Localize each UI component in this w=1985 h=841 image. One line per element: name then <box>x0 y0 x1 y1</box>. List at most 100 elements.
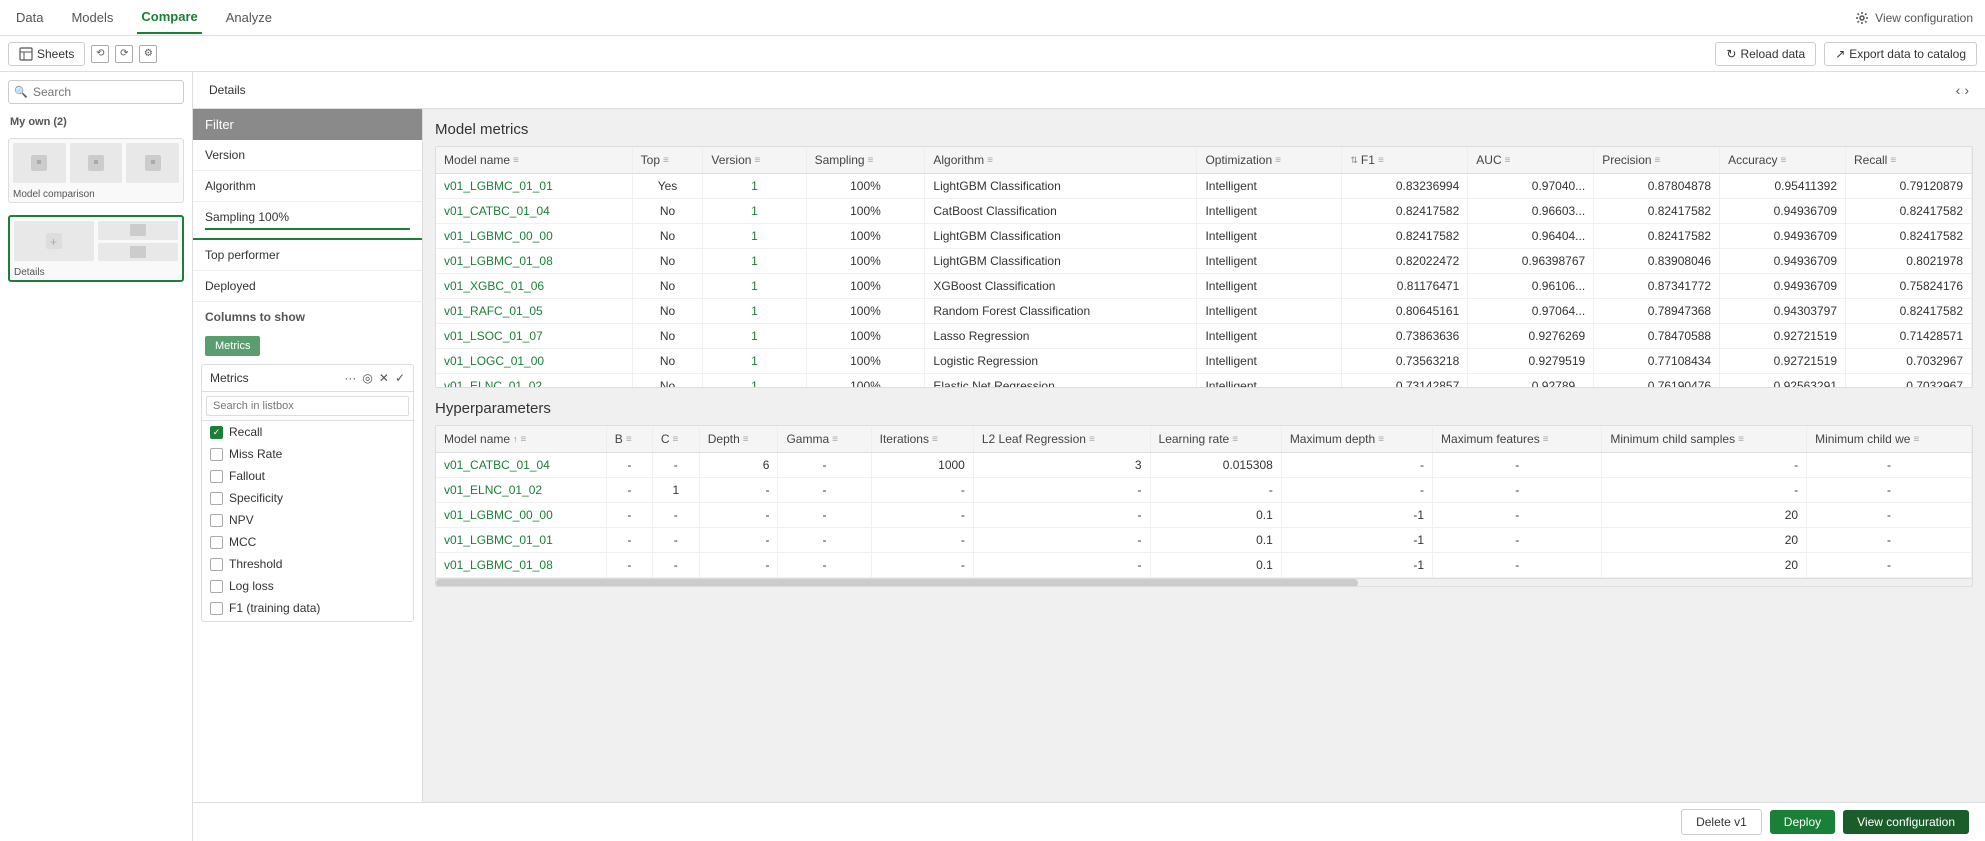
hyper-scrollbar[interactable] <box>436 578 1972 586</box>
metrics-dots-icon[interactable]: ··· <box>344 371 356 385</box>
version-cell[interactable]: 1 <box>703 224 806 249</box>
metrics-item-f1train[interactable]: F1 (training data) <box>202 597 413 619</box>
metrics-item-fallout[interactable]: Fallout <box>202 465 413 487</box>
deploy-button[interactable]: Deploy <box>1770 810 1835 834</box>
hyper-model-cell[interactable]: v01_LGBMC_01_08 <box>436 553 606 578</box>
version-cell[interactable]: 1 <box>703 349 806 374</box>
table-row[interactable]: v01_LGBMC_00_00 - - - - - - 0.1 -1 - 20 … <box>436 503 1972 528</box>
hyper-minchild-menu[interactable]: ≡ <box>1738 434 1744 445</box>
nav-data[interactable]: Data <box>12 2 47 33</box>
table-row[interactable]: v01_LGBMC_00_00 No 1 100% LightGBM Class… <box>436 224 1972 249</box>
filter-top-performer[interactable]: Top performer <box>193 240 422 271</box>
view-config-button[interactable]: View configuration <box>1843 810 1969 834</box>
metrics-item-mcc[interactable]: MCC <box>202 531 413 553</box>
table-row[interactable]: v01_ELNC_01_02 - 1 - - - - - - - - - <box>436 478 1972 503</box>
model-name-cell[interactable]: v01_ELNC_01_02 <box>436 374 632 388</box>
auc-menu[interactable]: ≡ <box>1505 155 1511 166</box>
metrics-target-icon[interactable]: ◎ <box>362 371 372 385</box>
hyper-gamma-menu[interactable]: ≡ <box>832 434 838 445</box>
icon-btn-1[interactable]: ⟲ <box>91 45 109 63</box>
hyper-maxfeat-menu[interactable]: ≡ <box>1543 434 1549 445</box>
filter-algorithm[interactable]: Algorithm <box>193 171 422 202</box>
hyper-depth-menu[interactable]: ≡ <box>743 434 749 445</box>
metrics-item-specificity[interactable]: Specificity <box>202 487 413 509</box>
model-name-cell[interactable]: v01_LGBMC_01_01 <box>436 174 632 199</box>
hyper-minchildw-menu[interactable]: ≡ <box>1913 434 1919 445</box>
version-cell[interactable]: 1 <box>703 374 806 388</box>
metrics-search-input[interactable] <box>206 396 409 416</box>
hyper-l2-menu[interactable]: ≡ <box>1089 434 1095 445</box>
metrics-item-recall[interactable]: ✓ Recall <box>202 421 413 443</box>
metrics-item-missrate[interactable]: Miss Rate <box>202 443 413 465</box>
nav-prev-button[interactable]: ‹ <box>1956 82 1961 98</box>
model-name-cell[interactable]: v01_LGBMC_00_00 <box>436 224 632 249</box>
hyper-model-cell[interactable]: v01_LGBMC_00_00 <box>436 503 606 528</box>
precision-menu[interactable]: ≡ <box>1655 155 1661 166</box>
version-cell[interactable]: 1 <box>703 249 806 274</box>
model-card-details[interactable]: + Details <box>8 215 184 282</box>
model-name-cell[interactable]: v01_LGBMC_01_08 <box>436 249 632 274</box>
view-config-nav[interactable]: View configuration <box>1855 11 1973 25</box>
model-name-menu[interactable]: ≡ <box>513 155 519 166</box>
table-row[interactable]: v01_LGBMC_01_01 Yes 1 100% LightGBM Clas… <box>436 174 1972 199</box>
model-name-cell[interactable]: v01_CATBC_01_04 <box>436 199 632 224</box>
metrics-close-icon[interactable]: ✕ <box>379 371 389 385</box>
search-input[interactable] <box>8 80 184 104</box>
table-row[interactable]: v01_LGBMC_01_08 No 1 100% LightGBM Class… <box>436 249 1972 274</box>
sheets-button[interactable]: Sheets <box>8 42 85 66</box>
filter-sampling[interactable]: Sampling 100% <box>193 202 422 240</box>
filter-deployed[interactable]: Deployed <box>193 271 422 302</box>
metrics-item-auctrain[interactable]: AUC (training data) <box>202 619 413 621</box>
optimization-menu[interactable]: ≡ <box>1275 155 1281 166</box>
top-menu[interactable]: ≡ <box>663 155 669 166</box>
algorithm-menu[interactable]: ≡ <box>987 155 993 166</box>
model-name-cell[interactable]: v01_LSOC_01_07 <box>436 324 632 349</box>
metrics-item-npv[interactable]: NPV <box>202 509 413 531</box>
f1-menu[interactable]: ≡ <box>1378 155 1384 166</box>
table-row[interactable]: v01_XGBC_01_06 No 1 100% XGBoost Classif… <box>436 274 1972 299</box>
filter-version[interactable]: Version <box>193 140 422 171</box>
reload-button[interactable]: ↻ Reload data <box>1715 42 1816 66</box>
table-row[interactable]: v01_CATBC_01_04 - - 6 - 1000 3 0.015308 … <box>436 453 1972 478</box>
version-cell[interactable]: 1 <box>703 174 806 199</box>
hyper-table-scroll[interactable]: Model name↑≡ B≡ C≡ Depth≡ Gamma≡ Iterati… <box>436 426 1972 578</box>
table-row[interactable]: v01_LGBMC_01_01 - - - - - - 0.1 -1 - 20 … <box>436 528 1972 553</box>
accuracy-menu[interactable]: ≡ <box>1780 155 1786 166</box>
recall-menu[interactable]: ≡ <box>1890 155 1896 166</box>
hyper-model-cell[interactable]: v01_LGBMC_01_01 <box>436 528 606 553</box>
version-cell[interactable]: 1 <box>703 299 806 324</box>
hyper-model-cell[interactable]: v01_ELNC_01_02 <box>436 478 606 503</box>
icon-btn-3[interactable]: ⚙ <box>139 45 157 63</box>
model-name-cell[interactable]: v01_XGBC_01_06 <box>436 274 632 299</box>
table-row[interactable]: v01_ELNC_01_02 No 1 100% Elastic Net Reg… <box>436 374 1972 388</box>
icon-btn-2[interactable]: ⟳ <box>115 45 133 63</box>
hyper-c-menu[interactable]: ≡ <box>673 434 679 445</box>
model-card-comparison[interactable]: Model comparison <box>8 138 184 203</box>
version-cell[interactable]: 1 <box>703 199 806 224</box>
delete-button[interactable]: Delete v1 <box>1681 809 1762 835</box>
metrics-check-icon[interactable]: ✓ <box>395 371 405 385</box>
nav-next-button[interactable]: › <box>1964 82 1969 98</box>
table-row[interactable]: v01_LSOC_01_07 No 1 100% Lasso Regressio… <box>436 324 1972 349</box>
table-row[interactable]: v01_RAFC_01_05 No 1 100% Random Forest C… <box>436 299 1972 324</box>
metrics-table-scroll[interactable]: Model name≡ Top≡ Version≡ Sampling≡ Algo… <box>436 147 1972 387</box>
nav-compare[interactable]: Compare <box>137 1 201 34</box>
metrics-item-threshold[interactable]: Threshold <box>202 553 413 575</box>
hyper-maxdepth-menu[interactable]: ≡ <box>1378 434 1384 445</box>
model-name-cell[interactable]: v01_RAFC_01_05 <box>436 299 632 324</box>
table-row[interactable]: v01_CATBC_01_04 No 1 100% CatBoost Class… <box>436 199 1972 224</box>
hyper-model-cell[interactable]: v01_CATBC_01_04 <box>436 453 606 478</box>
nav-models[interactable]: Models <box>67 2 117 33</box>
version-cell[interactable]: 1 <box>703 274 806 299</box>
version-menu[interactable]: ≡ <box>754 155 760 166</box>
metrics-item-logloss[interactable]: Log loss <box>202 575 413 597</box>
hyper-b-menu[interactable]: ≡ <box>626 434 632 445</box>
nav-analyze[interactable]: Analyze <box>222 2 276 33</box>
table-row[interactable]: v01_LOGC_01_00 No 1 100% Logistic Regres… <box>436 349 1972 374</box>
table-row[interactable]: v01_LGBMC_01_08 - - - - - - 0.1 -1 - 20 … <box>436 553 1972 578</box>
export-button[interactable]: ↗ Export data to catalog <box>1824 42 1977 66</box>
sampling-menu[interactable]: ≡ <box>868 155 874 166</box>
hyper-iter-menu[interactable]: ≡ <box>932 434 938 445</box>
hyper-model-menu[interactable]: ≡ <box>521 434 527 445</box>
model-name-cell[interactable]: v01_LOGC_01_00 <box>436 349 632 374</box>
